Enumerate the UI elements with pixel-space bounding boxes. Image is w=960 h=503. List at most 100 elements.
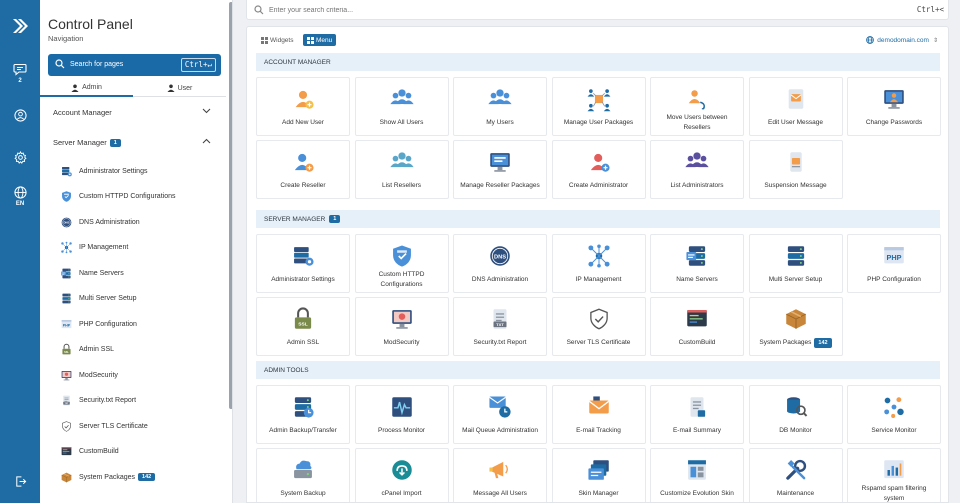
sidebar-item-label: Name Servers (79, 269, 124, 277)
menu-tile[interactable]: Add New User (256, 77, 350, 136)
service-monitor-icon (848, 394, 940, 422)
server-manager-badge: 1 (109, 139, 121, 147)
sidebar-item[interactable]: Multi Server Setup (60, 290, 137, 308)
menu-tile[interactable]: Manage Reseller Packages (453, 140, 547, 199)
view-menu-toggle[interactable]: Menu (303, 34, 337, 46)
custombuild-icon (651, 306, 743, 334)
menu-tile[interactable]: Show All Users (354, 77, 449, 136)
sidebar-section-server-manager[interactable]: Server Manager 1 (40, 132, 226, 152)
menu-tile[interactable]: System Backup (256, 448, 350, 502)
menu-tile[interactable]: Server TLS Certificate (551, 297, 646, 356)
menu-tile[interactable]: Create Reseller (256, 140, 350, 199)
menu-tile-label: Edit User Message (768, 119, 823, 127)
menu-tile[interactable]: Suspension Message (748, 140, 843, 199)
menu-tile[interactable]: Change Passwords (847, 77, 941, 136)
sidebar-item[interactable]: System Packages 142 (60, 468, 156, 486)
menu-tile[interactable]: Admin Backup/Transfer (256, 385, 350, 444)
menu-tile[interactable]: SSL Admin SSL (256, 297, 350, 356)
menu-tile-label-wrap: ModSecurity (359, 332, 445, 354)
menu-tile[interactable]: Mail Queue Administration (453, 385, 547, 444)
domain-selector[interactable]: demodomain.com ⇕ (866, 36, 938, 44)
system-packages-icon (60, 471, 79, 484)
menu-tile[interactable]: Multi Server Setup (748, 234, 843, 293)
tls-shield-icon (553, 306, 645, 334)
menu-tile[interactable]: Service Monitor (847, 385, 941, 444)
menu-tile-label: Security.txt Report (473, 339, 527, 347)
sidebar-item[interactable]: DNS DNS Administration (60, 213, 140, 231)
sidebar-item[interactable]: Server TLS Certificate (60, 417, 148, 435)
menu-tile[interactable]: Create Administrator (551, 140, 646, 199)
menu-tile-label-wrap: Move Users between Resellers (654, 112, 740, 134)
settings-button[interactable] (0, 151, 40, 164)
sidebar-item[interactable]: SSL Admin SSL (60, 341, 114, 359)
menu-tile[interactable]: DB Monitor (748, 385, 843, 444)
sidebar-item[interactable]: IP Management (60, 239, 128, 257)
section-header: ADMIN TOOLS (256, 361, 940, 379)
user-circle-icon (13, 109, 27, 122)
menu-tile[interactable]: Edit User Message (748, 77, 843, 136)
menu-tile[interactable]: List Administrators (650, 140, 744, 199)
menu-tile-label: Move Users between Resellers (666, 114, 728, 131)
menu-tile[interactable]: Administrator Settings (256, 234, 350, 293)
logout-button[interactable] (0, 475, 40, 488)
tab-user[interactable]: User (133, 80, 226, 97)
menu-tile[interactable]: Message All Users (453, 448, 547, 502)
menu-tile[interactable]: Manage User Packages (551, 77, 646, 136)
account-manager-label: Account Manager (53, 108, 112, 117)
sidebar-item[interactable]: PHP PHP Configuration (60, 315, 137, 333)
menu-tile[interactable]: Rspamd spam filtering system (847, 448, 941, 502)
messages-button[interactable]: 2 (0, 63, 40, 84)
language-button[interactable]: EN (0, 186, 40, 207)
widgets-icon (261, 36, 268, 44)
menu-tile[interactable]: PHP PHP Configuration (847, 234, 941, 293)
search-icon (254, 5, 264, 15)
menu-tile-label: Multi Server Setup (768, 276, 823, 284)
menu-tile-label: Name Servers (676, 276, 718, 284)
search-icon (55, 59, 65, 69)
logo-button[interactable] (0, 16, 40, 36)
svg-text:DNS: DNS (494, 254, 506, 260)
menu-tile[interactable]: E-mail Summary (650, 385, 744, 444)
page-search-button[interactable]: Search for pages Ctrl+↵ (48, 54, 221, 76)
menu-tile[interactable]: E-mail Tracking (551, 385, 646, 444)
sidebar-section-account-manager[interactable]: Account Manager (40, 102, 226, 122)
sidebar-item[interactable]: ModSecurity (60, 366, 118, 384)
sidebar-item[interactable]: Administrator Settings (60, 162, 147, 180)
menu-tile[interactable]: System Packages 142 (748, 297, 843, 356)
sidebar-scrollbar[interactable] (229, 2, 232, 409)
menu-tile[interactable]: Custom HTTPD Configurations (354, 234, 449, 293)
menu-tile[interactable]: ModSecurity (354, 297, 449, 356)
menu-tile[interactable]: Customize Evolution Skin (650, 448, 744, 502)
sidebar-item-label: Admin SSL (79, 346, 115, 353)
sidebar-item[interactable]: Custom HTTPD Configurations (60, 188, 175, 206)
menu-tile[interactable]: CustomBuild (650, 297, 744, 356)
account-button[interactable] (0, 109, 40, 122)
menu-tile-label-wrap: System Backup (260, 483, 346, 502)
menu-tile[interactable]: Maintenance (748, 448, 843, 502)
global-search-input[interactable] (269, 3, 869, 17)
svg-text:TXT: TXT (496, 322, 504, 327)
menu-tile[interactable]: DNS DNS Administration (453, 234, 547, 293)
view-widgets-toggle[interactable]: Widgets (261, 34, 293, 46)
tab-admin-label: Admin (82, 84, 102, 91)
menu-tile-label: Custom HTTPD Configurations (378, 271, 425, 288)
sidebar-item[interactable]: Name Servers (60, 264, 124, 282)
security-txt-icon: TXT (454, 306, 546, 334)
menu-tile[interactable]: My Users (453, 77, 547, 136)
user-icon (167, 84, 175, 92)
svg-text:SSL: SSL (298, 322, 307, 328)
menu-tile[interactable]: Process Monitor (354, 385, 449, 444)
menu-tile[interactable]: Name Servers (650, 234, 744, 293)
create-reseller-icon (257, 149, 349, 177)
menu-tile[interactable]: TXT Security.txt Report (453, 297, 547, 356)
menu-tile[interactable]: IP Management (551, 234, 646, 293)
menu-tile[interactable]: List Resellers (354, 140, 449, 199)
menu-tile[interactable]: cPanel Import (354, 448, 449, 502)
sidebar-item[interactable]: TXT Security.txt Report (60, 392, 136, 410)
menu-tile-label-wrap: DB Monitor (753, 420, 839, 442)
menu-tile[interactable]: Move Users between Resellers (650, 77, 744, 136)
tab-admin[interactable]: Admin (40, 80, 133, 97)
sidebar-item[interactable]: CustomBuild (60, 443, 119, 461)
menu-tile[interactable]: Skin Manager (551, 448, 646, 502)
php-icon: PHP (848, 243, 940, 271)
